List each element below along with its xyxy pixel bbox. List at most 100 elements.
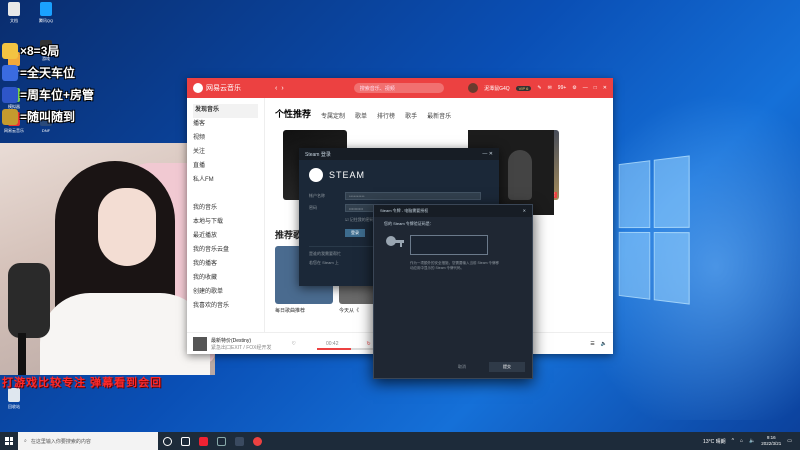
account-row: 帐户名称 ********** [299, 190, 499, 202]
clock[interactable]: 9:16 2022/3/21 [761, 435, 781, 447]
music-tab[interactable]: 歌单 [355, 111, 367, 120]
message-count-badge: 99+ [557, 85, 567, 91]
maximize-icon[interactable]: □ [594, 85, 597, 91]
app-icon-1[interactable] [194, 432, 212, 450]
music-tab[interactable]: 歌手 [405, 111, 417, 120]
steam-minimize-icon[interactable]: — [482, 151, 487, 157]
sidebar-item[interactable]: 视频 [193, 132, 258, 146]
now-playing-title[interactable]: 最新特价(Destiny) [211, 337, 271, 344]
weather-status[interactable]: 13°C 晴朗 [703, 438, 726, 445]
steam-guard-title: Steam 令牌 - 电脑需要授权 [380, 208, 429, 213]
netease-taskbar-icon[interactable] [248, 432, 266, 450]
steam-close-icon[interactable]: ✕ [489, 151, 493, 157]
desktop-icon-label: 腾讯QQ [38, 18, 54, 23]
webcam-feed [0, 143, 215, 375]
desktop-icon-image [40, 2, 52, 16]
overlay-rule-text: =周车位+房管 [20, 88, 95, 102]
desktop-icon-image [8, 2, 20, 16]
sidebar-item[interactable]: 我的收藏 [193, 272, 258, 286]
sidebar-item[interactable]: 我喜欢的音乐 [193, 300, 258, 314]
forward-arrow-icon[interactable]: › [281, 85, 283, 92]
user-avatar[interactable] [468, 83, 479, 93]
sidebar-item[interactable]: 创建的歌单 [193, 286, 258, 300]
playlist-icon[interactable]: ☰ [590, 341, 594, 347]
music-app-name: 网易云音乐 [206, 85, 241, 92]
windows-logo [618, 155, 690, 305]
steam-guard-dialog[interactable]: Steam 令牌 - 电脑需要授权 ✕ 您的 Steam 令牌验证码是： 作为一… [373, 204, 533, 379]
like-icon[interactable]: ♡ [291, 341, 295, 347]
desktop-icon-label: 回收站 [8, 404, 20, 409]
steam-brand-text: STEAM [329, 170, 366, 180]
sidebar-item[interactable]: 我的播客 [193, 258, 258, 272]
netease-logo-icon [193, 83, 203, 93]
stream-ticker: 打游戏比较专注 弹幕看到会回 [2, 377, 163, 389]
key-icon [386, 236, 404, 247]
overlay-rule-thumb [2, 64, 18, 81]
system-tray: 13°C 晴朗 ^ ⌂ 🔈 9:16 2022/3/21 ▭ [703, 435, 800, 447]
sidebar-item[interactable]: 我的音乐 [193, 202, 258, 216]
user-name[interactable]: 泥潭鼠G4Q [484, 85, 510, 92]
desktop-icon[interactable]: 文档 [0, 2, 28, 24]
mail-icon[interactable]: ✉ [548, 85, 552, 91]
skin-icon[interactable]: ✎ [537, 85, 541, 91]
guard-message: 您的 Steam 令牌验证码是： [384, 221, 434, 226]
music-tab[interactable]: 个性推荐 [275, 107, 311, 120]
minimize-icon[interactable]: — [583, 85, 588, 91]
user-area: 泥潭鼠G4Q VIP 6 ✎ ✉ 99+ ⚙ — □ ✕ [468, 83, 607, 93]
music-tab[interactable]: 专属定制 [321, 111, 345, 120]
account-field[interactable]: ********** [345, 192, 481, 200]
overlay-rule: =全天车位 [2, 64, 75, 81]
sidebar-item [193, 188, 258, 202]
sidebar-item[interactable]: 私人FM [193, 174, 258, 188]
start-button[interactable] [0, 432, 18, 450]
music-tab[interactable]: 最新音乐 [427, 111, 451, 120]
login-button[interactable]: 登录 [345, 229, 365, 237]
repeat-icon[interactable]: ↻ [366, 341, 370, 347]
guard-submit-button[interactable]: 提交 [489, 362, 525, 372]
music-search-input[interactable]: 搜索音乐、视频 [353, 83, 444, 93]
streamer-shirt [40, 293, 210, 375]
volume-icon[interactable]: 🔈 [601, 341, 607, 347]
close-icon[interactable]: ✕ [603, 85, 607, 91]
settings-icon[interactable]: ⚙ [572, 85, 576, 91]
overlay-rule-thumb [2, 108, 18, 125]
task-view-icon[interactable] [176, 432, 194, 450]
desktop-icon-label: 文档 [10, 18, 18, 23]
notification-icon[interactable]: ▭ [787, 438, 792, 444]
album-thumb[interactable] [193, 336, 207, 351]
cortana-icon[interactable] [158, 432, 176, 450]
guard-cancel-button[interactable]: 取消 [444, 362, 480, 372]
back-arrow-icon[interactable]: ‹ [275, 85, 277, 92]
steam-guard-titlebar: Steam 令牌 - 电脑需要授权 ✕ [374, 205, 532, 217]
desktop-icon[interactable]: 回收站 [0, 388, 28, 410]
overlay-rule-thumb [2, 86, 18, 103]
network-icon[interactable]: ⌂ [740, 438, 743, 444]
overlay-rule-thumb [2, 42, 18, 59]
remember-label: 记住我的密码 [349, 217, 374, 222]
sidebar-item[interactable]: 我的音乐云盘 [193, 244, 258, 258]
steam-login-title: Steam 登录 [305, 152, 331, 158]
clock-date: 2022/3/21 [761, 441, 782, 446]
microphone [8, 263, 50, 338]
guard-close-icon[interactable]: ✕ [523, 208, 526, 214]
app-icon-3[interactable] [230, 432, 248, 450]
tray-chevron-icon[interactable]: ^ [732, 438, 734, 444]
sidebar-item[interactable]: 发现音乐 [193, 104, 258, 118]
guard-help: 作为一项额外的安全措施，您需要输入当前 Steam 令牌移动应用中显示的 Ste… [410, 261, 500, 270]
overlay-rule: =周车位+房管 [2, 86, 94, 103]
taskbar-search[interactable]: ⌕ 在这里输入你要搜索的内容 [18, 432, 158, 450]
desktop-icon[interactable]: 腾讯QQ [32, 2, 60, 24]
guard-code-input[interactable] [410, 235, 488, 255]
streamer-face [98, 188, 156, 266]
sidebar-item[interactable]: 最近播放 [193, 230, 258, 244]
music-tab[interactable]: 排行榜 [377, 111, 395, 120]
sidebar-item[interactable]: 播客 [193, 118, 258, 132]
sidebar-item[interactable]: 直播 [193, 160, 258, 174]
sidebar-item[interactable]: 本地与下载 [193, 216, 258, 230]
volume-tray-icon[interactable]: 🔈 [749, 438, 755, 444]
overlay-rule-text: =全天车位 [20, 66, 76, 80]
playlist-card-caption[interactable]: 每日歌曲推荐 [275, 308, 335, 315]
taskbar-search-text: 在这里输入你要搜索的内容 [30, 438, 91, 445]
sidebar-item[interactable]: 关注 [193, 146, 258, 160]
steam-taskbar-icon[interactable] [212, 432, 230, 450]
